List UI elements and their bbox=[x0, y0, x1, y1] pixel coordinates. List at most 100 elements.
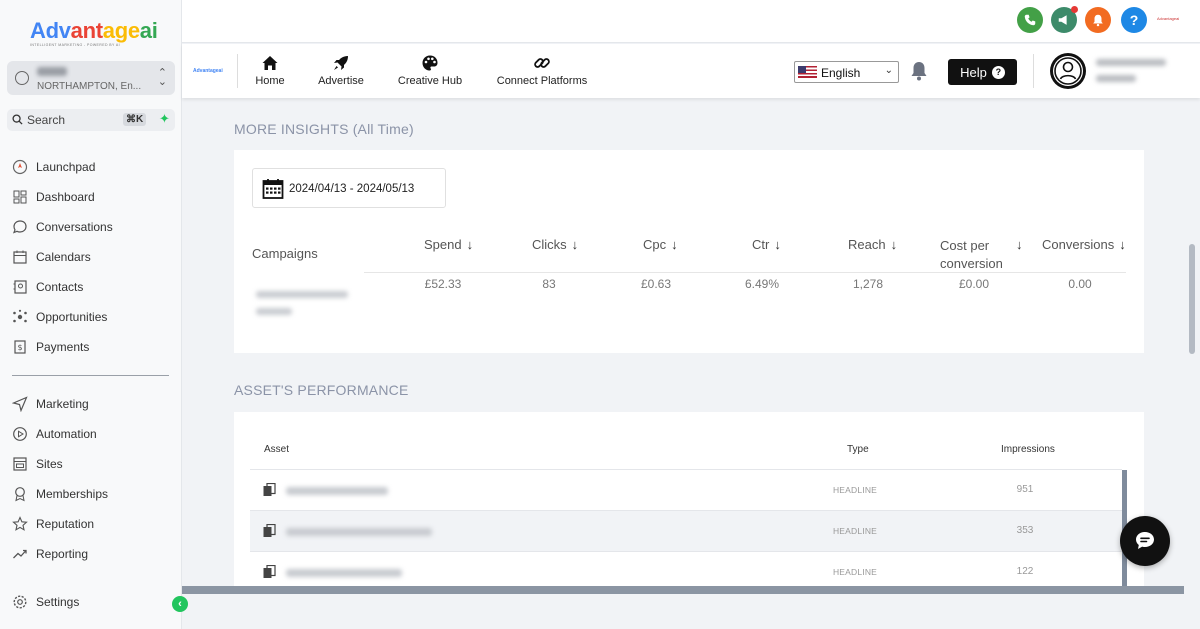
col-cost-per-conversion[interactable]: Cost per conversion bbox=[940, 237, 1003, 273]
col-asset: Asset bbox=[264, 444, 290, 455]
page-scrollbar[interactable] bbox=[1189, 244, 1195, 354]
chat-widget-button[interactable] bbox=[1120, 516, 1170, 566]
sort-arrow-icon: ↓ bbox=[1119, 237, 1126, 252]
cell-cpc: £0.63 bbox=[640, 277, 672, 291]
col-spend[interactable]: Spend ↓ bbox=[424, 237, 473, 252]
grid-icon bbox=[13, 190, 27, 204]
nav-advertise[interactable]: Advertise bbox=[314, 54, 368, 87]
asset-text-redacted bbox=[286, 487, 388, 495]
app-header: Advantageai Home Advertise Creative Hub … bbox=[182, 44, 1200, 98]
campaign-name-redacted bbox=[256, 291, 348, 298]
brand-logo[interactable]: Advantageai INTELLIGENT MARKETING - POWE… bbox=[30, 18, 160, 47]
question-icon: ? bbox=[991, 65, 1005, 79]
sort-arrow-icon: ↓ bbox=[774, 237, 781, 252]
account-name-redacted bbox=[37, 67, 67, 76]
sidebar-item-launchpad[interactable]: Launchpad bbox=[12, 157, 95, 177]
help-icon[interactable]: ? bbox=[1121, 7, 1147, 33]
cell-conversions: 0.00 bbox=[1068, 277, 1092, 291]
sidebar-item-reputation[interactable]: Reputation bbox=[12, 514, 94, 534]
horizontal-scrollbar[interactable] bbox=[182, 586, 1184, 594]
search-icon bbox=[12, 114, 23, 125]
nav-home[interactable]: Home bbox=[250, 54, 290, 87]
sort-arrow-icon[interactable]: ↓ bbox=[1011, 237, 1023, 252]
header-divider bbox=[1033, 54, 1034, 88]
chat-bubble-icon bbox=[1136, 532, 1154, 549]
top-utility-bar: ? Advantageai bbox=[182, 0, 1200, 43]
notifications-bell-icon[interactable] bbox=[908, 60, 930, 82]
send-icon bbox=[12, 396, 28, 412]
phone-icon[interactable] bbox=[1017, 7, 1043, 33]
cell-clicks: 83 bbox=[542, 277, 556, 291]
account-location: NORTHAMPTON, En... bbox=[37, 81, 142, 92]
col-impressions: Impressions bbox=[1001, 444, 1055, 455]
collapse-sidebar-chevron-icon[interactable]: ‹ bbox=[172, 596, 188, 612]
sidebar-item-contacts[interactable]: Contacts bbox=[12, 277, 83, 297]
nav-connect-platforms[interactable]: Connect Platforms bbox=[494, 54, 590, 87]
date-range-picker[interactable]: 2024/04/13 - 2024/05/13 bbox=[252, 168, 446, 208]
notification-dot bbox=[1071, 6, 1078, 13]
profile-greeting-redacted bbox=[1096, 59, 1166, 66]
copy-icon[interactable] bbox=[263, 483, 276, 497]
col-reach[interactable]: Reach ↓ bbox=[848, 237, 897, 252]
sidebar-divider bbox=[12, 375, 169, 376]
profile-avatar[interactable] bbox=[1050, 53, 1086, 89]
sort-arrow-icon: ↓ bbox=[890, 237, 898, 252]
copy-icon[interactable] bbox=[263, 524, 276, 538]
megaphone-icon[interactable] bbox=[1051, 6, 1078, 33]
sidebar-item-dashboard[interactable]: Dashboard bbox=[12, 187, 95, 207]
profile-name-redacted bbox=[1096, 75, 1136, 82]
chat-icon bbox=[12, 220, 27, 234]
language-select[interactable]: English ⌄ bbox=[794, 61, 899, 83]
sidebar-item-conversations[interactable]: Conversations bbox=[12, 217, 113, 237]
copy-icon[interactable] bbox=[263, 565, 276, 579]
sidebar-item-memberships[interactable]: Memberships bbox=[12, 484, 108, 504]
col-campaigns: Campaigns bbox=[252, 246, 318, 261]
network-icon bbox=[13, 309, 27, 323]
gear-icon bbox=[13, 595, 27, 609]
sidebar-item-reporting[interactable]: Reporting bbox=[12, 544, 88, 564]
cell-spend: £52.33 bbox=[424, 277, 462, 291]
calendar-icon bbox=[13, 250, 27, 264]
date-range-text: 2024/04/13 - 2024/05/13 bbox=[289, 183, 415, 195]
home-icon bbox=[262, 56, 278, 70]
sidebar-item-opportunities[interactable]: Opportunities bbox=[12, 307, 107, 327]
table-row[interactable]: HEADLINE 353 bbox=[250, 510, 1122, 551]
nav-creative-hub[interactable]: Creative Hub bbox=[394, 54, 466, 87]
search-label: Search bbox=[27, 113, 66, 127]
contacts-icon bbox=[13, 280, 27, 294]
col-ctr[interactable]: Ctr ↓ bbox=[752, 237, 781, 252]
table-header-divider bbox=[364, 272, 1126, 273]
sparkle-icon[interactable]: ✦ bbox=[159, 111, 170, 127]
app-logo[interactable]: Advantageai bbox=[193, 68, 223, 74]
help-button[interactable]: Help ? bbox=[948, 59, 1017, 85]
campaign-name-redacted bbox=[256, 308, 292, 315]
col-clicks[interactable]: Clicks ↓ bbox=[532, 237, 578, 252]
chevron-down-icon: ⌄ bbox=[884, 65, 893, 76]
link-icon bbox=[534, 58, 550, 68]
sidebar-item-sites[interactable]: Sites bbox=[12, 454, 63, 474]
palette-icon bbox=[422, 55, 438, 71]
asset-text-redacted bbox=[286, 569, 402, 577]
search-bar[interactable]: Search ⌘K ✦ bbox=[7, 109, 175, 131]
col-cpc[interactable]: Cpc ↓ bbox=[643, 237, 678, 252]
sort-arrow-icon: ↓ bbox=[466, 237, 474, 252]
sidebar-item-payments[interactable]: $ Payments bbox=[12, 337, 89, 357]
sidebar-item-automation[interactable]: Automation bbox=[12, 424, 97, 444]
cell-reach: 1,278 bbox=[852, 277, 884, 291]
bell-icon[interactable] bbox=[1085, 7, 1111, 33]
sidebar-item-calendars[interactable]: Calendars bbox=[12, 247, 91, 267]
table-row[interactable]: HEADLINE 951 bbox=[250, 469, 1122, 510]
col-conversions[interactable]: Conversions ↓ bbox=[1042, 237, 1126, 252]
sidebar-item-settings[interactable]: Settings bbox=[12, 592, 79, 612]
col-type: Type bbox=[847, 444, 869, 455]
brand-mini-logo: Advantageai bbox=[1157, 16, 1180, 21]
sort-arrow-icon: ↓ bbox=[671, 237, 678, 252]
assets-table: Asset Type Impressions HEADLINE 951 HEAD… bbox=[250, 430, 1127, 588]
sort-arrow-icon: ↓ bbox=[571, 237, 579, 252]
user-icon bbox=[1053, 56, 1083, 86]
trend-icon bbox=[13, 549, 27, 559]
sidebar-item-marketing[interactable]: Marketing bbox=[12, 394, 89, 414]
calendar-icon bbox=[262, 179, 284, 199]
account-switcher[interactable]: NORTHAMPTON, En... ⌃ ⌄ bbox=[7, 61, 175, 95]
asset-text-redacted bbox=[286, 528, 432, 536]
